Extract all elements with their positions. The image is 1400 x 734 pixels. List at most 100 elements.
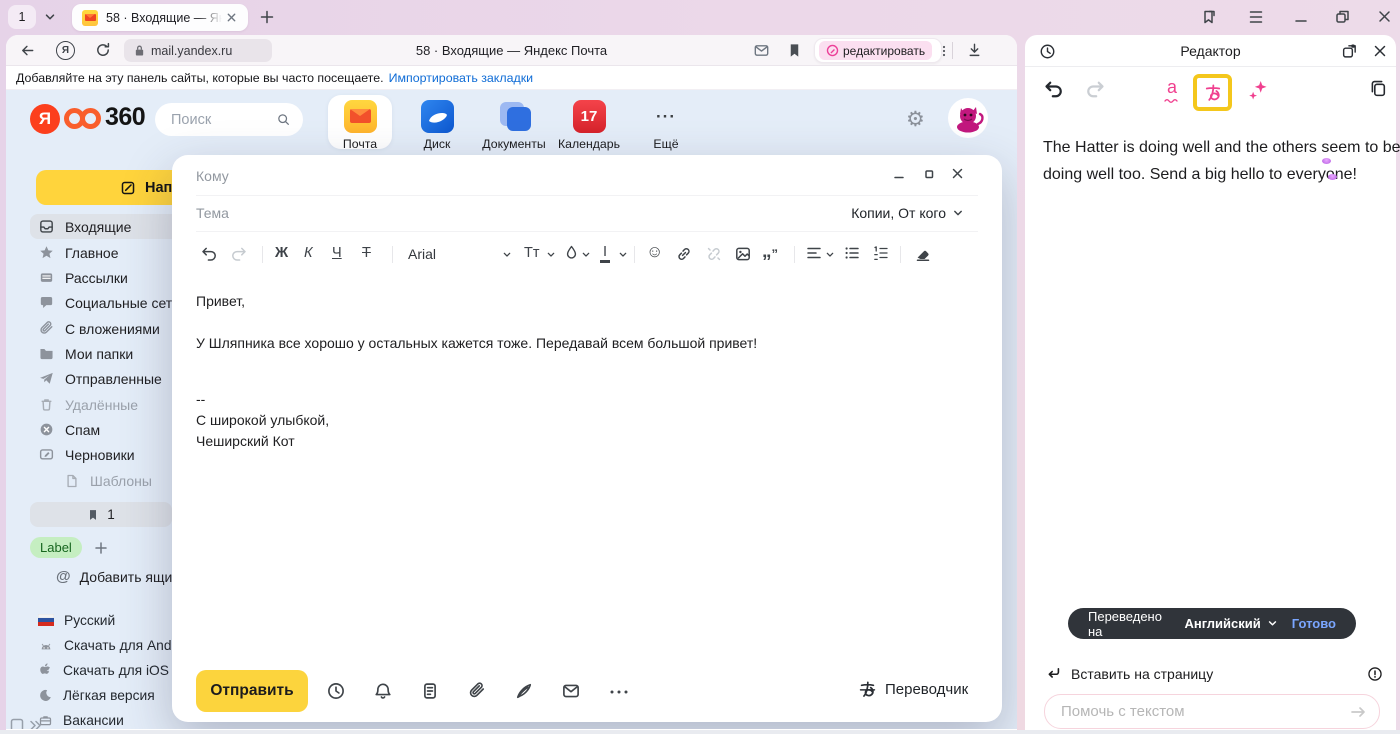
subject-field[interactable]: Тема (196, 205, 229, 221)
add-mailbox-row[interactable]: @ Добавить ящик (56, 568, 178, 585)
import-bookmarks-link[interactable]: Импортировать закладки (389, 71, 533, 85)
submit-arrow-icon[interactable] (1349, 704, 1367, 720)
chevron-down-icon (952, 207, 964, 219)
more-icon[interactable] (609, 689, 629, 695)
open-window-icon[interactable] (1341, 43, 1358, 60)
minimize-icon[interactable] (1293, 10, 1309, 24)
ai-sparkles-icon[interactable] (1247, 79, 1269, 101)
helper-text-input[interactable] (1061, 703, 1321, 720)
close-window-icon[interactable] (1376, 8, 1393, 25)
underline-button[interactable]: Ч (332, 245, 342, 261)
tab-list-chevron-icon[interactable] (42, 9, 58, 25)
yandex360-logo-icon[interactable]: Я (30, 104, 60, 134)
body-line: С широкой улыбкой, (196, 410, 757, 431)
paperclip-icon[interactable] (467, 681, 487, 701)
highlight-color-icon[interactable]: I (600, 244, 610, 263)
text-color-chevron-icon[interactable] (581, 250, 591, 260)
bullet-list-icon[interactable] (844, 246, 860, 261)
spam-icon (38, 421, 55, 438)
app-docs[interactable]: Документы (481, 100, 547, 151)
envelope-icon[interactable] (561, 682, 581, 700)
bell-icon[interactable] (373, 681, 393, 701)
message-body[interactable]: Привет, У Шляпника все хорошо у остальны… (196, 291, 757, 452)
kebab-menu-icon[interactable] (938, 44, 950, 58)
pinned-filter[interactable]: 1 (30, 502, 172, 527)
info-icon[interactable] (1367, 666, 1383, 682)
note-icon[interactable] (420, 681, 440, 701)
tab-counter[interactable]: 1 (8, 5, 36, 29)
back-icon[interactable] (19, 42, 36, 59)
calendar-date-badge: 17 (581, 108, 598, 125)
schedule-clock-icon[interactable] (326, 681, 346, 701)
active-tab[interactable]: 58 · Входящие — Янде (72, 4, 248, 31)
undo-icon[interactable] (200, 245, 218, 263)
app-calendar[interactable]: 17 Календарь (556, 100, 622, 151)
numbered-list-icon[interactable] (873, 246, 889, 261)
search-input[interactable]: Поиск (155, 103, 303, 136)
translated-text[interactable]: The Hatter is doing well and the others … (1043, 134, 1400, 188)
bold-button[interactable]: Ж (275, 245, 288, 261)
yandex-logo-icon[interactable]: Я (56, 41, 75, 60)
language-select[interactable]: Английский (1184, 616, 1277, 631)
spellcheck-icon[interactable]: a (1161, 77, 1183, 103)
font-size-chevron-icon[interactable] (546, 250, 556, 260)
insert-to-page-button[interactable]: Вставить на страницу (1045, 665, 1213, 682)
sidebar-collapse-icon[interactable] (10, 718, 42, 729)
maximize-icon[interactable] (1334, 8, 1351, 25)
compose-close-icon[interactable] (948, 164, 966, 182)
pen-icon[interactable] (514, 681, 534, 701)
menu-icon[interactable] (1248, 10, 1264, 24)
translator-toggle[interactable]: Переводчик (858, 680, 968, 699)
to-field[interactable]: Кому (196, 168, 229, 184)
highlight-chevron-icon[interactable] (618, 250, 628, 260)
mail-page: Я 360 Поиск Почта Диск До (6, 90, 1017, 729)
avatar[interactable] (948, 98, 988, 138)
refresh-icon[interactable] (94, 41, 112, 59)
label-pill[interactable]: Label (30, 537, 82, 558)
quote-icon[interactable]: „„ (762, 239, 778, 263)
bookmark-icon[interactable] (787, 42, 802, 59)
new-tab-plus-icon[interactable] (258, 8, 276, 26)
pinned-bookmark-icon (87, 508, 99, 522)
bookmarks-panel-icon[interactable] (1200, 8, 1218, 26)
align-icon[interactable] (806, 246, 822, 261)
font-size-select[interactable]: Тт (524, 245, 540, 261)
redo-icon[interactable] (1085, 79, 1106, 100)
add-label-plus-icon[interactable] (94, 541, 108, 555)
font-select[interactable]: Arial (408, 246, 436, 262)
image-icon[interactable] (734, 245, 752, 263)
gear-icon[interactable]: ⚙ (906, 107, 925, 132)
edit-extension-button[interactable]: редактировать (819, 41, 932, 60)
bookmarks-hint: Добавляйте на эту панель сайты, которые … (16, 71, 384, 85)
cc-from-toggle[interactable]: Копии, От кого (851, 205, 964, 221)
compose-minimize-icon[interactable] (890, 165, 908, 183)
align-chevron-icon[interactable] (825, 250, 835, 260)
emoji-icon[interactable]: ☺ (646, 242, 663, 262)
send-button[interactable]: Отправить (196, 670, 308, 712)
text-color-icon[interactable] (564, 244, 579, 261)
undo-icon[interactable] (1043, 79, 1064, 100)
eraser-icon[interactable] (914, 245, 932, 263)
translate-icon[interactable] (1203, 83, 1223, 103)
redo-icon[interactable] (230, 245, 248, 263)
search-placeholder: Поиск (171, 112, 211, 128)
app-mail[interactable]: Почта (327, 100, 393, 151)
panel-close-icon[interactable] (1372, 43, 1388, 59)
copy-icon[interactable] (1369, 79, 1388, 98)
sent-icon (38, 370, 55, 387)
address-bar[interactable]: mail.yandex.ru (124, 39, 272, 62)
link-icon[interactable] (675, 245, 693, 263)
compose-maximize-icon[interactable] (920, 165, 938, 183)
download-icon[interactable] (966, 41, 983, 59)
app-more[interactable]: ··· Ещё (633, 100, 699, 151)
strikethrough-button[interactable]: Т (362, 245, 371, 261)
font-select-chevron-icon[interactable] (502, 250, 512, 260)
email-icon[interactable] (753, 43, 770, 58)
body-line (196, 354, 757, 375)
unlink-icon[interactable] (705, 245, 723, 263)
app-disk[interactable]: Диск (404, 100, 470, 151)
close-tab-icon[interactable] (222, 9, 240, 27)
cursor-dot (1328, 174, 1337, 180)
done-button[interactable]: Готово (1292, 616, 1336, 631)
italic-button[interactable]: К (304, 245, 313, 261)
